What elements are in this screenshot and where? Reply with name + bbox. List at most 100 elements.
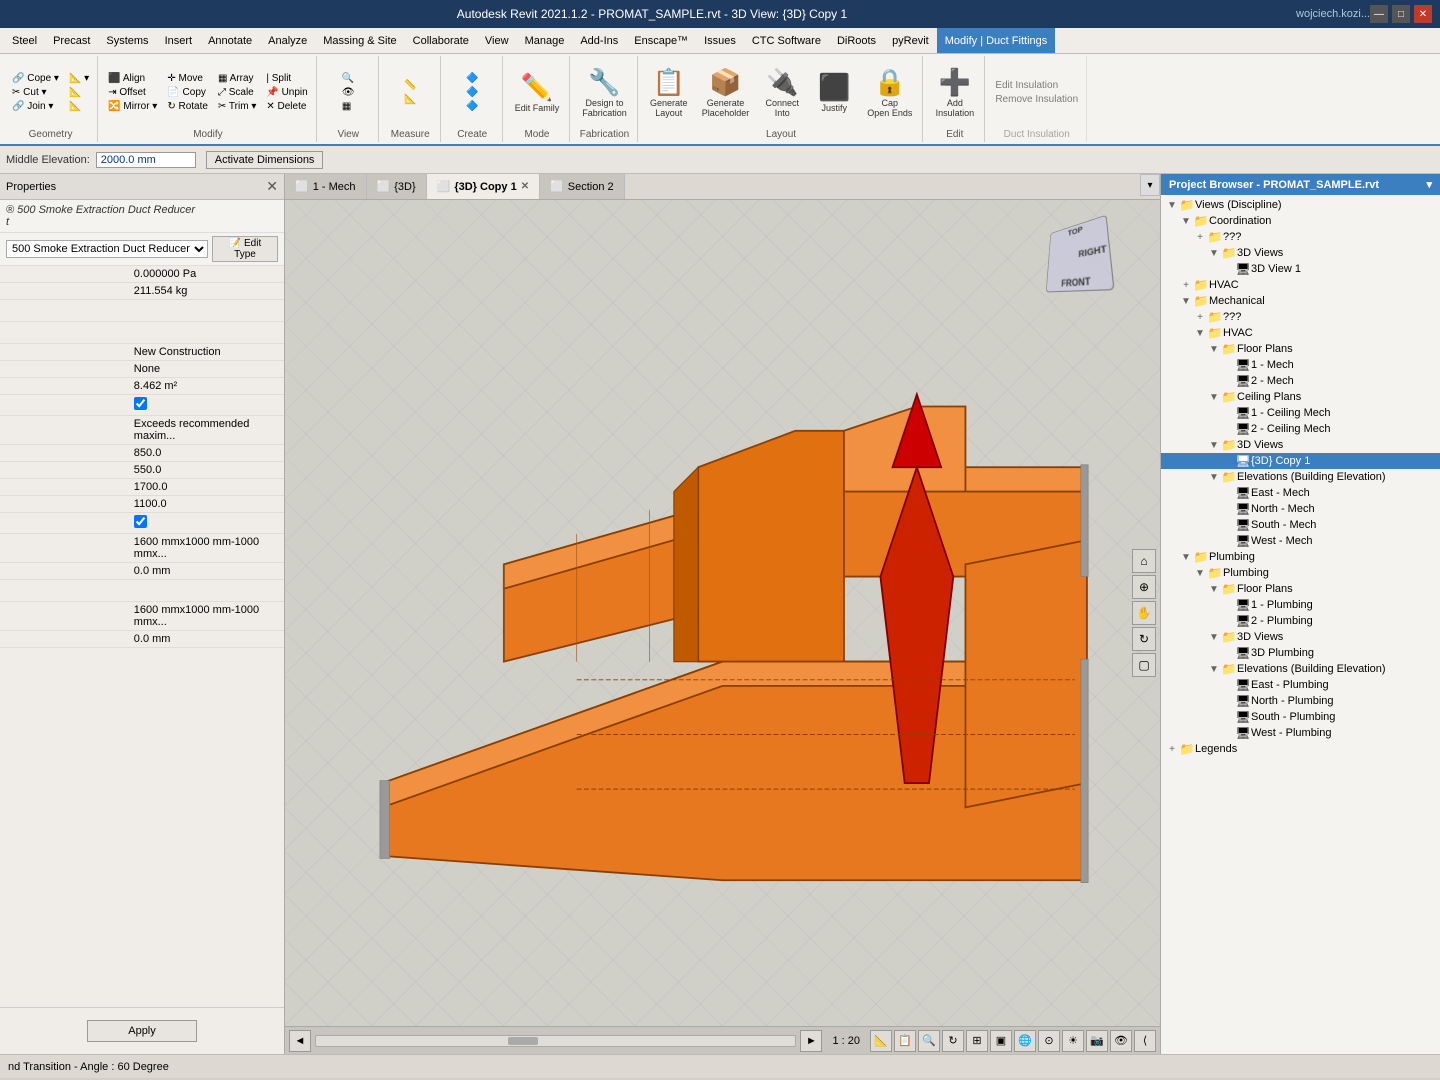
tab-3d[interactable]: ⬜ {3D}: [367, 174, 427, 199]
tree-item-plumbing[interactable]: ▼📁Plumbing: [1161, 565, 1440, 581]
unpin-btn[interactable]: 📌 Unpin: [262, 86, 311, 99]
tree-item-north---plumbing[interactable]: 🖥North - Plumbing: [1161, 693, 1440, 709]
move-btn[interactable]: ✛ Move: [163, 72, 212, 85]
justify-button[interactable]: ⬛ Justify: [809, 70, 859, 115]
view-ctrl-6[interactable]: ▣: [990, 1030, 1012, 1052]
copy-btn[interactable]: 📄 Copy: [163, 86, 212, 99]
menu-item-steel[interactable]: Steel: [4, 28, 45, 53]
menu-item-insert[interactable]: Insert: [157, 28, 201, 53]
edit-insulation-button[interactable]: Edit Insulation: [991, 79, 1082, 92]
cap-open-ends-button[interactable]: 🔒 CapOpen Ends: [861, 65, 918, 120]
tree-item-elevations--building-elevation-[interactable]: ▼📁Elevations (Building Elevation): [1161, 469, 1440, 485]
tabs-overflow-button[interactable]: ▾: [1140, 174, 1160, 196]
tree-item-south---mech[interactable]: 🖥South - Mech: [1161, 517, 1440, 533]
menu-item-annotate[interactable]: Annotate: [200, 28, 260, 53]
tree-item-mechanical[interactable]: ▼📁Mechanical: [1161, 293, 1440, 309]
view-ctrl-5[interactable]: ⊞: [966, 1030, 988, 1052]
viewcube[interactable]: TOP RIGHT FRONT: [1040, 220, 1120, 300]
tree-item-3d-views[interactable]: ▼📁3D Views: [1161, 245, 1440, 261]
measure-btn[interactable]: 📏: [400, 79, 420, 92]
view-ctrl-4[interactable]: ↻: [942, 1030, 964, 1052]
tree-item-3d-views[interactable]: ▼📁3D Views: [1161, 629, 1440, 645]
trim-btn[interactable]: ✂ Trim ▾: [214, 100, 260, 113]
split-button[interactable]: 📐 ▾: [65, 72, 93, 85]
scale-btn[interactable]: ⤢ Scale: [214, 86, 260, 99]
tree-item-hvac[interactable]: ▼📁HVAC: [1161, 325, 1440, 341]
tree-item----[interactable]: +📁???: [1161, 309, 1440, 325]
tree-item-north---mech[interactable]: 🖥North - Mech: [1161, 501, 1440, 517]
apply-button[interactable]: Apply: [87, 1020, 197, 1042]
menu-item-ctc[interactable]: CTC Software: [744, 28, 829, 53]
offset-btn[interactable]: ⇥ Offset: [104, 86, 161, 99]
hide-btn[interactable]: 👁: [338, 86, 359, 99]
tree-item-3d-views[interactable]: ▼📁3D Views: [1161, 437, 1440, 453]
view-ctrl-sun[interactable]: ☀: [1062, 1030, 1084, 1052]
array-btn[interactable]: ▦ Array: [214, 72, 260, 85]
nav-orbit-button[interactable]: ↻: [1132, 627, 1156, 651]
cut-button[interactable]: ✂ Cut ▾: [8, 86, 63, 99]
edit-type-button[interactable]: 📝 Edit Type: [212, 236, 278, 262]
align-btn[interactable]: ⬛ Align: [104, 72, 161, 85]
nav-section-button[interactable]: ▢: [1132, 653, 1156, 677]
view-ctrl-3[interactable]: 🔍: [918, 1030, 940, 1052]
browser-expand-icon[interactable]: ▾: [1426, 178, 1432, 191]
activate-dimensions-button[interactable]: Activate Dimensions: [206, 151, 324, 169]
tree-item--3d--copy-1[interactable]: 🖥{3D} Copy 1: [1161, 453, 1440, 469]
view-canvas[interactable]: TOP RIGHT FRONT ⌂ ⊕ ✋ ↻ ▢: [285, 200, 1160, 1026]
nav-home-button[interactable]: ⌂: [1132, 549, 1156, 573]
rotate-btn[interactable]: ↻ Rotate: [163, 100, 212, 113]
scroll-right-button[interactable]: ►: [800, 1030, 822, 1052]
view-expand[interactable]: ⟨: [1134, 1030, 1156, 1052]
tab-section2[interactable]: ⬜ Section 2: [540, 174, 625, 199]
measure2-btn[interactable]: 📐: [400, 93, 420, 106]
minimize-button[interactable]: —: [1370, 5, 1388, 23]
tree-item-3d-plumbing[interactable]: 🖥3D Plumbing: [1161, 645, 1440, 661]
prop-checkbox-2[interactable]: [134, 515, 147, 528]
browser-tree[interactable]: ▼📁Views (Discipline)▼📁Coordination+📁???▼…: [1161, 195, 1440, 1054]
tree-item----[interactable]: +📁???: [1161, 229, 1440, 245]
create2-btn[interactable]: 🔷: [462, 86, 482, 99]
mirror-btn[interactable]: 🔀 Mirror ▾: [104, 100, 161, 113]
tree-item-plumbing[interactable]: ▼📁Plumbing: [1161, 549, 1440, 565]
join-button[interactable]: 🔗 Join ▾: [8, 100, 63, 113]
bottom-scrollbar[interactable]: [315, 1035, 796, 1047]
menu-item-manage[interactable]: Manage: [517, 28, 573, 53]
close-button[interactable]: ✕: [1414, 5, 1432, 23]
remove-insulation-button[interactable]: Remove Insulation: [991, 93, 1082, 106]
tree-item-views--discipline-[interactable]: ▼📁Views (Discipline): [1161, 197, 1440, 213]
maximize-button[interactable]: □: [1392, 5, 1410, 23]
tree-item-coordination[interactable]: ▼📁Coordination: [1161, 213, 1440, 229]
cope-button[interactable]: 🔗 Cope ▾: [8, 72, 63, 85]
menu-item-enscape[interactable]: Enscape™: [626, 28, 696, 53]
elevation-input[interactable]: [96, 152, 196, 168]
tree-item-1---mech[interactable]: 🖥1 - Mech: [1161, 357, 1440, 373]
tree-item-elevations--building-elevation-[interactable]: ▼📁Elevations (Building Elevation): [1161, 661, 1440, 677]
nav-zoom-button[interactable]: ⊕: [1132, 575, 1156, 599]
tree-item-west---mech[interactable]: 🖥West - Mech: [1161, 533, 1440, 549]
tree-item-2---ceiling-mech[interactable]: 🖥2 - Ceiling Mech: [1161, 421, 1440, 437]
tab-mech[interactable]: ⬜ 1 - Mech: [285, 174, 367, 199]
tree-item-3d-view-1[interactable]: 🖥3D View 1: [1161, 261, 1440, 277]
align-button[interactable]: 📐: [65, 100, 93, 113]
generate-placeholder-button[interactable]: 📦 GeneratePlaceholder: [696, 65, 756, 120]
menu-item-pyrevit[interactable]: pyRevit: [884, 28, 937, 53]
panel-close-button[interactable]: ✕: [266, 178, 278, 195]
view-ctrl-1[interactable]: 📐: [870, 1030, 892, 1052]
menu-item-diroots[interactable]: DiRoots: [829, 28, 884, 53]
tree-item-1---ceiling-mech[interactable]: 🖥1 - Ceiling Mech: [1161, 405, 1440, 421]
menu-item-precast[interactable]: Precast: [45, 28, 98, 53]
menu-item-addins[interactable]: Add-Ins: [572, 28, 626, 53]
tree-item-2---mech[interactable]: 🖥2 - Mech: [1161, 373, 1440, 389]
menu-item-modify-duct[interactable]: Modify | Duct Fittings: [937, 28, 1056, 53]
menu-item-systems[interactable]: Systems: [98, 28, 156, 53]
delete-btn[interactable]: ✕ Delete: [262, 100, 311, 113]
viewcube-box[interactable]: TOP RIGHT FRONT: [1046, 215, 1115, 293]
menu-item-collaborate[interactable]: Collaborate: [405, 28, 477, 53]
wall-button[interactable]: 📐: [65, 86, 93, 99]
view-ctrl-2[interactable]: 📋: [894, 1030, 916, 1052]
prop-checkbox[interactable]: [134, 397, 147, 410]
tree-item-2---plumbing[interactable]: 🖥2 - Plumbing: [1161, 613, 1440, 629]
tree-item-floor-plans[interactable]: ▼📁Floor Plans: [1161, 581, 1440, 597]
nav-pan-button[interactable]: ✋: [1132, 601, 1156, 625]
scroll-left-button[interactable]: ◄: [289, 1030, 311, 1052]
